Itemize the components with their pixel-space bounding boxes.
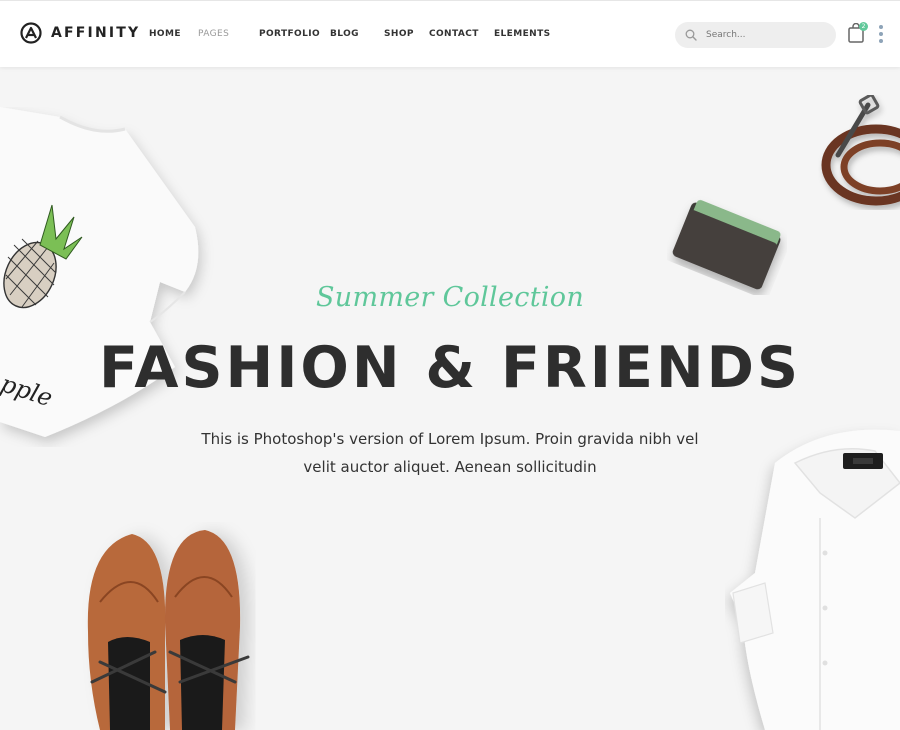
nav-item-contact[interactable]: CONTACT [429,29,479,39]
brand-name: AFFINITY [51,25,141,41]
cart-count-badge: 2 [859,22,868,31]
nav-item-elements[interactable]: ELEMENTS [494,29,551,39]
hero-description-line-2: velit auctor aliquet. Aenean sollicitudi… [303,458,597,476]
nav-item-blog[interactable]: BLOG [330,29,359,39]
belt-image [821,95,900,206]
vertical-dots-icon [878,25,884,43]
hero-description: This is Photoshop's version of Lorem Ips… [200,425,700,481]
hero-description-line-1: This is Photoshop's version of Lorem Ips… [201,430,699,448]
search-input[interactable] [704,29,818,41]
nav-item-shop[interactable]: SHOP [384,29,414,39]
affinity-logo-icon [20,22,42,44]
hero-headline: FASHION & FRIENDS [98,335,802,401]
shirt-image [730,429,900,730]
top-navbar: AFFINITY HOME PAGES PORTFOLIO BLOG SHOP … [0,0,900,67]
nav-item-portfolio[interactable]: PORTFOLIO [259,29,320,39]
hero-tagline: Summer Collection [315,282,585,313]
wallet-image [672,200,781,290]
nav-item-pages[interactable]: PAGES [198,29,229,39]
search-icon [685,29,697,41]
brand[interactable]: AFFINITY [20,22,140,44]
search-box[interactable] [675,22,836,48]
cart-button[interactable]: 2 [847,22,868,45]
more-menu-button[interactable] [878,25,884,43]
shoes-image [87,530,250,730]
nav-item-home[interactable]: HOME [149,29,181,39]
